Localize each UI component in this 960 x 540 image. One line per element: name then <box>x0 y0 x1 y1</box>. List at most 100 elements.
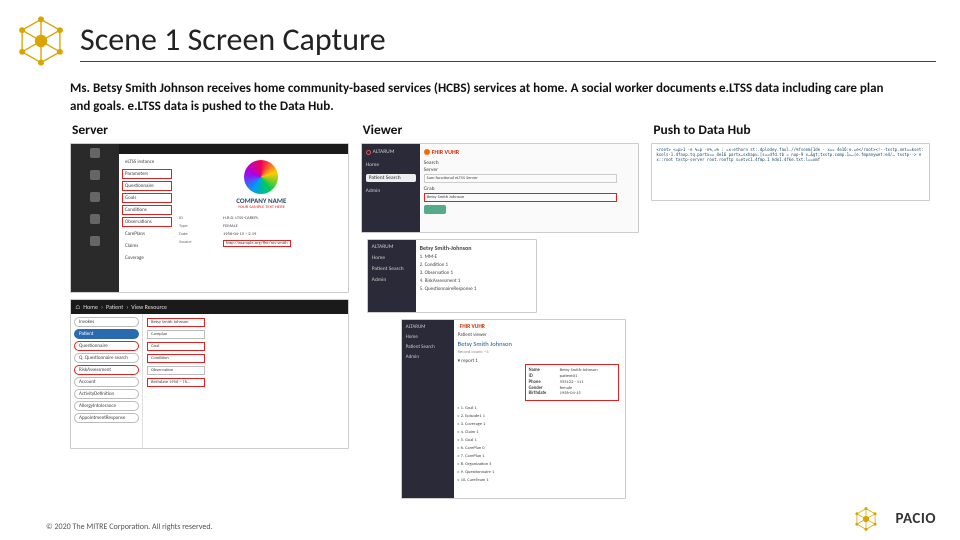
acc-item[interactable]: 6. CarePlan 0 <box>458 445 621 451</box>
nav-item[interactable]: Goals <box>122 193 172 203</box>
acc-item[interactable]: 1. Goal 1 <box>458 405 621 411</box>
viewer-screenshot-search: ALTARUM Home Patient Search Admin FHIR V… <box>361 143 640 233</box>
nav-item[interactable]: Parameters <box>122 169 172 179</box>
acc-item[interactable]: 7. CarePlan 1 <box>458 453 621 459</box>
server-input[interactable]: Sam functional eLTSS Server <box>424 174 618 183</box>
acc-item[interactable]: 3. Coverage 1 <box>458 421 621 427</box>
acc-item[interactable]: 4. Claim 1 <box>458 429 621 435</box>
patient-card: NameBetsy Smith-Johnson IDpatient01 Phon… <box>525 364 619 401</box>
field-value: 1956-04-15 ~ 2.19 <box>223 232 256 237</box>
list-item[interactable]: 2. Condition 1 <box>420 262 532 268</box>
nav-item[interactable]: Questionnaire <box>122 181 172 191</box>
server-label: Server <box>424 167 635 173</box>
viewer-main: FHIR VUHR Search Server Sam functional e… <box>420 144 639 232</box>
nav-item[interactable]: Claims <box>122 241 172 251</box>
server-iconbar <box>71 144 119 292</box>
search-button[interactable] <box>424 205 446 214</box>
acc-item[interactable]: 5. Goal 1 <box>458 437 621 443</box>
sidebar-item-home[interactable]: Home <box>366 162 416 168</box>
acc-item[interactable]: 2. Episode1 1 <box>458 413 621 419</box>
search-heading: Search <box>424 160 635 166</box>
viewer-screenshot-patient: ALTARUM Home Patient Search Admin FHIR V… <box>401 319 626 499</box>
acc-item[interactable]: 9. Questionnaire 1 <box>458 469 621 475</box>
viewer-screenshot-resources: ALTARUM Home Patient Search Admin Betsy … <box>367 239 537 313</box>
tree-item[interactable]: Goal <box>147 342 205 351</box>
console-output: <root> <=p>1 -e %=p -n%,=% : =x‹ethorn s… <box>656 147 923 162</box>
nav-pill[interactable]: AppointmentResponse <box>74 413 139 423</box>
grab-label: Grab <box>424 186 635 192</box>
sub-heading: Patient viewer <box>458 332 621 338</box>
nav-item[interactable]: CarePlans <box>122 229 172 239</box>
acc-item[interactable]: 10. CareTeam 1 <box>458 477 621 483</box>
viewer-heading: Viewer <box>361 121 640 138</box>
list-item[interactable]: 3. Observation 1 <box>420 270 532 276</box>
server-titlebar <box>119 144 348 154</box>
card-key: Birthdate <box>529 391 557 397</box>
crumb[interactable]: View Resource <box>131 303 167 311</box>
tree-item[interactable]: Betsy Smith Johnson <box>147 318 205 327</box>
nav-pill[interactable]: AllergyIntolerance <box>74 401 139 411</box>
pacio-hex-icon <box>14 14 68 68</box>
sidebar-item-patient-search[interactable]: Patient Search <box>366 174 416 182</box>
nav-pill[interactable]: RiskAssessment <box>74 365 139 375</box>
sidebar-item[interactable]: Home <box>406 334 450 340</box>
nav-pill[interactable]: Invokes <box>74 317 139 327</box>
field-value: http://example.org/fhir/ms-smith <box>223 240 291 247</box>
sidebar-item[interactable]: Admin <box>406 354 450 360</box>
field-key: ID <box>179 216 217 221</box>
tree-item[interactable]: Careplan <box>147 330 205 339</box>
list-item[interactable]: 1. MM-E <box>420 254 532 260</box>
pacio-text: PACIO <box>896 510 936 528</box>
app-label: FHIR VUHR <box>458 324 621 330</box>
sidebar-item[interactable]: Admin <box>372 277 412 283</box>
resource-nav: Invokes Patient Questionnaire Q. Questio… <box>71 314 143 448</box>
brand-text: ALTARUM <box>373 149 395 155</box>
sidebar-item-admin[interactable]: Admin <box>366 188 416 194</box>
crumb[interactable]: Home <box>83 303 98 311</box>
tree-item[interactable]: Observation <box>147 366 205 375</box>
card-value: 1956-04-15 <box>560 391 581 397</box>
tree-item[interactable]: Condition <box>147 354 205 363</box>
nav-item[interactable]: Coverage <box>122 253 172 263</box>
home-icon[interactable]: ⌂ <box>75 303 80 311</box>
nav-item[interactable]: Conditions <box>122 205 172 215</box>
nav-pill[interactable]: Q. Questionnaire search <box>74 353 139 363</box>
tree-item[interactable]: Birthdate 1956 – Th… <box>147 378 205 387</box>
swirl-logo-icon <box>244 160 278 194</box>
server-screenshot-top: eLTSS instance Parameters Questionnaire … <box>70 143 349 293</box>
altarum-logo: ALTARUM <box>406 324 450 330</box>
nav-pill[interactable]: Patient <box>74 329 139 339</box>
list-item[interactable]: 5. QuestionnaireResponse 1 <box>420 286 532 292</box>
list-item[interactable]: 4. RiskAssessment 1 <box>420 278 532 284</box>
sidebar-item[interactable]: Home <box>372 255 412 261</box>
sidebar-item[interactable]: Patient Search <box>406 344 450 350</box>
pacio-brand: PACIO <box>853 506 936 532</box>
viewer-sidebar: ALTARUM Home Patient Search Admin <box>402 320 454 498</box>
nav-item[interactable]: Observations <box>122 217 172 227</box>
breadcrumb: ⌂ Home › Patient › View Resource <box>71 300 348 314</box>
field-key: Source <box>179 240 217 247</box>
resource-accordion: 1. Goal 1 2. Episode1 1 3. Coverage 1 4.… <box>458 405 621 483</box>
nav-pill[interactable]: Questionnaire <box>74 341 139 351</box>
patient-title: Betsy Smith-Johnson <box>420 244 532 252</box>
copyright: © 2020 The MITRE Corporation. All rights… <box>46 522 213 532</box>
altarum-logo: ALTARUM <box>366 148 416 156</box>
nav-pill[interactable]: ActivityDefinition <box>74 389 139 399</box>
page-title: Scene 1 Screen Capture <box>80 20 936 62</box>
record-count: Record count: ~3 <box>458 350 621 355</box>
sidebar-item[interactable]: Patient Search <box>372 266 412 272</box>
server-nav: eLTSS instance Parameters Questionnaire … <box>119 154 175 292</box>
resource-tree: Betsy Smith Johnson Careplan Goal Condit… <box>143 314 348 448</box>
nav-item[interactable]: eLTSS instance <box>122 157 172 167</box>
app-label: FHIR VUHR <box>424 148 635 156</box>
columns: Server eLTSS instance Parameters Questio… <box>0 115 960 505</box>
viewer-sidebar: ALTARUM Home Patient Search Admin <box>368 240 416 312</box>
patient-viewer-panel: FHIR VUHR Patient viewer Betsy Smith Joh… <box>454 320 625 498</box>
acc-item[interactable]: 8. Organization 5 <box>458 461 621 467</box>
field-key: Date <box>179 232 217 237</box>
crumb[interactable]: Patient <box>106 303 123 311</box>
patient-input[interactable]: Betsy Smith Johnson <box>424 193 618 202</box>
altarum-logo: ALTARUM <box>372 244 412 250</box>
nav-pill[interactable]: Account <box>74 377 139 387</box>
patient-name: Betsy Smith Johnson <box>458 340 621 348</box>
